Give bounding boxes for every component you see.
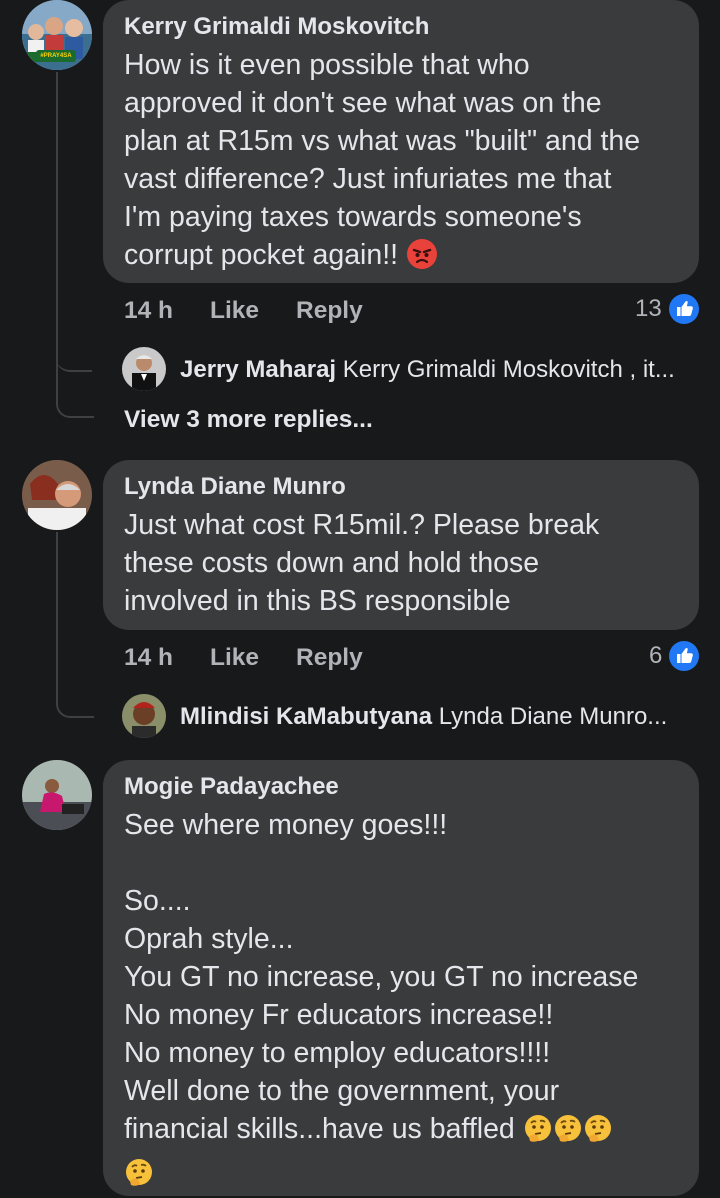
reaction-count[interactable]: 6 <box>649 641 662 671</box>
reply-button[interactable]: Reply <box>296 296 363 326</box>
like-reaction-icon[interactable] <box>669 641 699 671</box>
avatar-mogie[interactable] <box>22 760 92 830</box>
comment-text: Just what cost R15mil.? Please break the… <box>124 509 600 617</box>
reply-button[interactable]: Reply <box>296 643 363 673</box>
comment-bubble[interactable]: Kerry Grimaldi Moskovitch How is it even… <box>103 0 699 283</box>
thread-connector <box>56 680 94 718</box>
thread-connector <box>56 370 94 418</box>
comment-author[interactable]: Lynda Diane Munro <box>124 472 677 502</box>
thinking-face-icon <box>553 1114 583 1154</box>
avatar-jerry[interactable] <box>122 347 166 391</box>
thinking-face-icon <box>583 1114 613 1154</box>
angry-face-icon <box>406 238 438 280</box>
reaction-count[interactable]: 13 <box>635 294 662 324</box>
view-more-replies[interactable]: View 3 more replies... <box>124 405 373 435</box>
like-reaction-icon[interactable] <box>669 294 699 324</box>
reply-text: Kerry Grimaldi Moskovitch , it... <box>342 356 675 383</box>
avatar-lynda[interactable] <box>22 460 92 530</box>
profile-photo <box>22 760 92 830</box>
profile-photo <box>22 460 92 530</box>
reply-author[interactable]: Mlindisi KaMabutyana <box>180 703 432 730</box>
comment-bubble[interactable]: Lynda Diane Munro Just what cost R15mil.… <box>103 460 699 630</box>
comment-text: How is it even possible that who approve… <box>124 46 677 280</box>
reply-preview[interactable]: Jerry Maharaj Kerry Grimaldi Moskovitch … <box>180 355 675 385</box>
comment-author[interactable]: Kerry Grimaldi Moskovitch <box>124 12 677 42</box>
thinking-face-icon <box>124 1158 154 1198</box>
thread-line <box>56 72 58 372</box>
reply-author[interactable]: Jerry Maharaj <box>180 356 336 383</box>
profile-photo <box>122 347 166 391</box>
avatar-mlindisi[interactable] <box>122 694 166 738</box>
thread-connector <box>56 340 92 372</box>
like-button[interactable]: Like <box>210 296 259 326</box>
like-button[interactable]: Like <box>210 643 259 673</box>
thread-line <box>56 532 58 682</box>
reply-text: Lynda Diane Munro... <box>438 703 668 730</box>
comment-bubble[interactable]: Mogie Padayachee See where money goes!!!… <box>103 760 699 1196</box>
comment-author[interactable]: Mogie Padayachee <box>124 772 677 802</box>
reply-preview[interactable]: Mlindisi KaMabutyana Lynda Diane Munro..… <box>180 702 667 732</box>
avatar-badge: #PRAY4SA <box>36 50 76 62</box>
comment-time[interactable]: 14 h <box>124 643 173 673</box>
comment-text: See where money goes!!! So.... Oprah sty… <box>124 806 677 1198</box>
thinking-face-icon <box>523 1114 553 1154</box>
profile-photo <box>122 694 166 738</box>
comment-time[interactable]: 14 h <box>124 296 173 326</box>
